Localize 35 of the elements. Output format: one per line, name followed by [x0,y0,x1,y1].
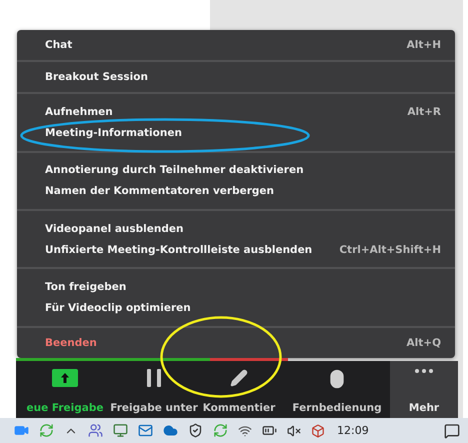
menu-item[interactable]: Namen der Kommentatoren verbergen [17,180,455,202]
battery-icon[interactable] [262,423,277,438]
pencil-icon [230,369,248,387]
notification-icon[interactable] [444,422,460,438]
shortcut-label: Ctrl+Alt+Shift+H [339,244,441,256]
menu-item[interactable]: Breakout Session [17,66,455,88]
more-icon [415,369,433,373]
menu-item[interactable]: Chat Alt+H [17,34,455,56]
menu-item[interactable]: Für Videoclip optimieren [17,298,455,319]
toolbar-button[interactable]: Mehr [390,361,458,418]
monitor-icon[interactable] [113,423,128,438]
shortcut-label: Alt+R [407,106,441,118]
menu-item[interactable]: Ton freigeben [17,276,455,298]
sync-icon[interactable] [213,423,228,438]
clock-time[interactable]: 12:09 [337,424,369,437]
shortcut-label: Alt+H [406,39,441,52]
mail-icon[interactable] [138,423,153,438]
mute-icon[interactable] [287,424,301,438]
menu-item[interactable]: Beenden Alt+Q [17,332,455,354]
menu-item[interactable]: Unfixierte Meeting-Kontrollleiste ausblenden Ctrl+Alt+Shift+H [17,239,455,260]
menu-item[interactable]: Aufnehmen Alt+R [17,102,455,123]
menu-item[interactable]: Videopanel ausblenden [17,218,455,240]
toolbar-button[interactable]: Fernbedienung [284,361,390,418]
pause-icon [146,369,162,387]
sync-icon[interactable] [39,423,54,438]
video-camera-icon[interactable] [14,423,29,438]
share-screen-icon [52,369,78,387]
wifi-icon[interactable] [238,424,252,438]
shortcut-label: Alt+Q [406,336,441,349]
box-icon[interactable] [311,424,325,438]
people-icon[interactable] [88,423,103,438]
menu-item[interactable]: Meeting-Informationen [17,122,455,144]
cloud-icon[interactable] [163,423,178,438]
shield-icon[interactable] [188,423,203,438]
menu-item[interactable]: Annotierung durch Teilnehmer deaktivieren [17,160,455,181]
